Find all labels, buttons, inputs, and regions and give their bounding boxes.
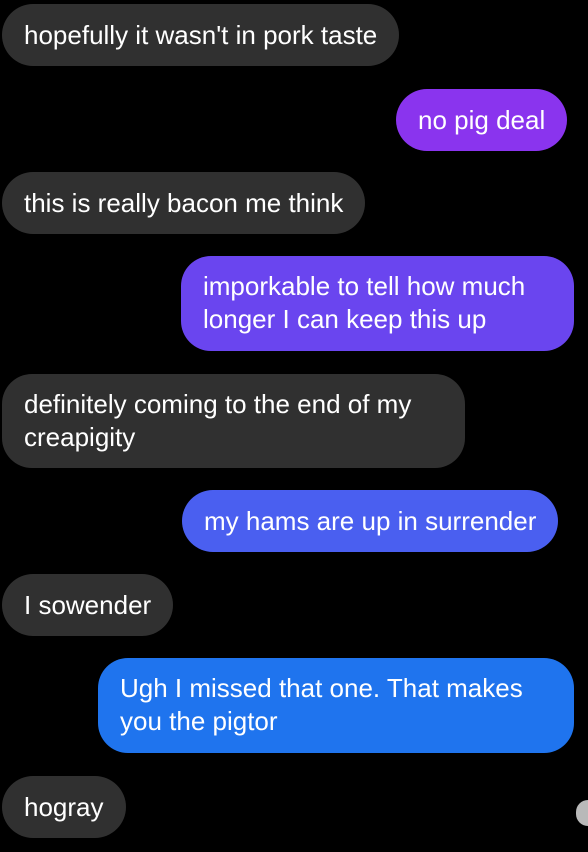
sent-message[interactable]: imporkable to tell how much longer I can… <box>181 256 574 351</box>
message-thread: hopefully it wasn't in pork taste no pig… <box>0 0 588 852</box>
received-message[interactable]: I sowender <box>2 574 174 636</box>
received-message[interactable]: hopefully it wasn't in pork taste <box>2 4 400 66</box>
sent-message[interactable]: my hams are up in surrender <box>182 490 559 552</box>
read-receipt-avatar <box>576 800 588 826</box>
sent-message[interactable]: Ugh I missed that one. That makes you th… <box>98 658 574 753</box>
received-message[interactable]: this is really bacon me think <box>2 172 366 234</box>
received-message[interactable]: definitely coming to the end of my creap… <box>2 374 465 468</box>
sent-message[interactable]: no pig deal <box>396 89 568 151</box>
received-message[interactable]: hogray <box>2 776 126 838</box>
